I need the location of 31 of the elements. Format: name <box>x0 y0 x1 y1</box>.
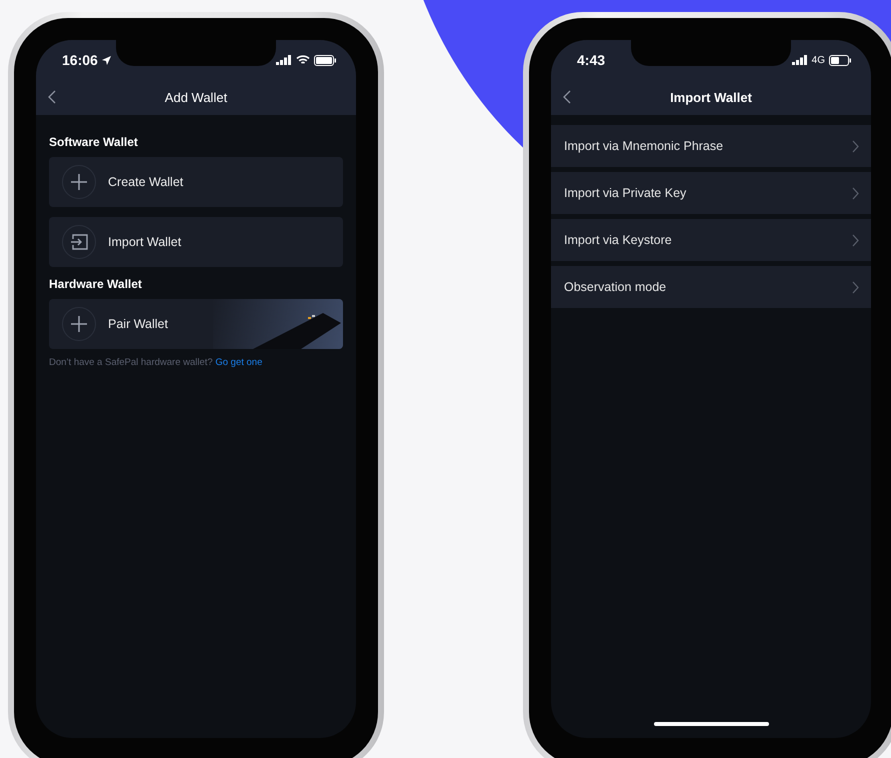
wallet-option[interactable]: Pair Wallet <box>49 299 343 349</box>
go-get-one-link[interactable]: Go get one <box>215 357 262 368</box>
import-option[interactable]: Import via Private Key <box>551 172 871 214</box>
import-option[interactable]: Import via Keystore <box>551 219 871 261</box>
section-heading: Software Wallet <box>49 135 139 149</box>
chevron-icon <box>852 186 859 200</box>
back-icon[interactable] <box>48 90 56 104</box>
status-time: 16:06 <box>62 52 98 68</box>
import-icon <box>62 225 96 259</box>
location-arrow-icon <box>102 56 111 64</box>
import-option[interactable]: Observation mode <box>551 266 871 308</box>
footer-text: Don’t have a SafePal hardware wallet? Go get one <box>49 357 264 368</box>
screen-title: Import Wallet <box>670 90 752 105</box>
chevron-icon <box>852 280 859 294</box>
status-time: 4:43 <box>577 52 606 68</box>
wallet-option[interactable]: Import Wallet <box>49 217 343 267</box>
wallet-option[interactable]: Create Wallet <box>49 157 343 207</box>
network-label: 4G <box>812 54 825 66</box>
plus-icon <box>62 307 96 341</box>
import-option[interactable]: Import via Mnemonic Phrase <box>551 125 871 167</box>
chevron-icon <box>852 234 859 246</box>
chevron-icon <box>852 140 859 152</box>
screen-title: Add Wallet <box>164 90 228 105</box>
section-heading: Hardware Wallet <box>49 277 143 291</box>
battery-icon <box>829 54 851 66</box>
signal-icon <box>276 55 292 65</box>
battery-icon <box>314 54 336 66</box>
back-icon[interactable] <box>563 90 571 104</box>
signal-icon <box>792 55 808 65</box>
plus-icon <box>62 165 96 199</box>
wifi-icon <box>296 55 310 65</box>
